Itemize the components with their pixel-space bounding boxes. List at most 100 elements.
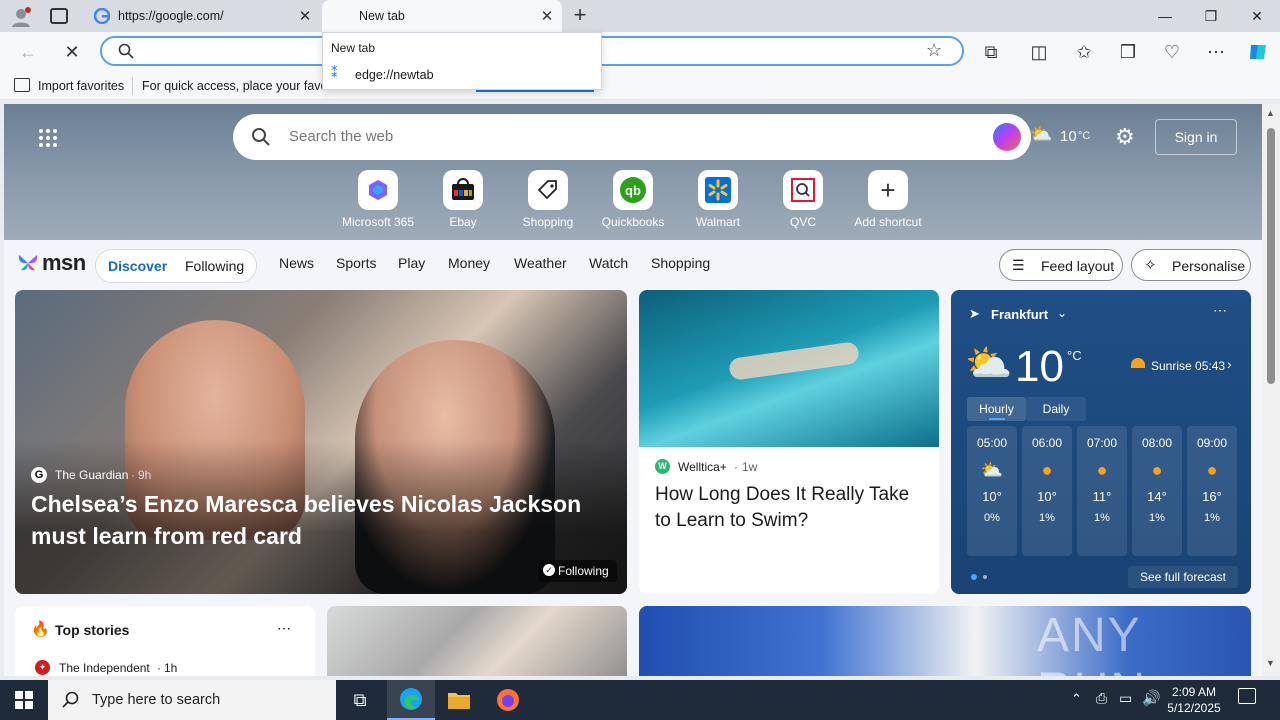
sign-in-button[interactable]: Sign in (1155, 119, 1237, 155)
header-temperature[interactable]: 10 (1060, 128, 1077, 145)
feed-layout-button[interactable]: ☰ Feed layout (999, 249, 1123, 281)
nav-news[interactable]: News (279, 255, 314, 271)
nav-weather[interactable]: Weather (514, 255, 567, 271)
story-headline[interactable]: Chelsea’s Enzo Maresca believes Nicolas … (31, 488, 591, 552)
restore-icon[interactable]: ❐ (1188, 0, 1234, 32)
shortcut-label: Microsoft 365 (341, 215, 415, 229)
independent-logo-icon: ✦ (35, 660, 50, 675)
network-icon[interactable]: ▭ (1119, 690, 1132, 707)
tab-new-tab[interactable]: New tab ✕ (322, 0, 562, 32)
network-device-icon[interactable]: ⎙ (1096, 690, 1107, 707)
shortcut-quickbooks[interactable]: qb Quickbooks (588, 170, 678, 229)
tab-title: New tab (359, 9, 405, 23)
dropdown-suggestion[interactable]: ⁑ edge://newtab (323, 63, 601, 89)
walmart-icon (698, 170, 738, 210)
search-icon (118, 43, 134, 59)
tab-actions-icon[interactable] (50, 8, 68, 24)
hour-time: 07:00 (1086, 436, 1118, 450)
story-age-dot: · (131, 468, 135, 482)
following-tab[interactable]: Following (185, 258, 244, 274)
stop-loading-icon[interactable]: ✕ (56, 36, 88, 68)
story-age: 1w (742, 460, 758, 474)
dropdown-header: New tab (331, 41, 376, 55)
nav-sports[interactable]: Sports (336, 255, 376, 271)
qvc-icon (783, 170, 823, 210)
shortcut-ebay[interactable]: Ebay (418, 170, 508, 229)
scroll-up-icon[interactable]: ▲ (1266, 108, 1275, 118)
google-favicon-icon (94, 8, 110, 24)
split-screen-icon[interactable]: ◫ (1023, 36, 1055, 68)
browser-essentials-icon[interactable]: ♡ (1156, 36, 1188, 68)
collections-icon[interactable]: ❒ (1112, 36, 1144, 68)
story-headline[interactable]: How Long Does It Really Take to Learn to… (655, 482, 915, 534)
apps-grid-icon[interactable] (38, 128, 58, 148)
firefox-icon[interactable] (484, 680, 532, 720)
discover-tab[interactable]: Discover (108, 258, 167, 274)
show-hidden-icons[interactable]: ⌃ (1071, 691, 1082, 707)
more-options-icon[interactable]: ⋯ (277, 620, 291, 637)
more-options-icon[interactable]: ⋯ (1213, 302, 1227, 319)
profile-icon[interactable] (10, 6, 32, 28)
new-tab-icon[interactable]: + (568, 4, 592, 28)
msn-logo[interactable]: msn (16, 250, 86, 276)
scroll-down-icon[interactable]: ▼ (1266, 658, 1275, 668)
nav-play[interactable]: Play (398, 255, 425, 271)
see-full-forecast-link[interactable]: See full forecast (1128, 566, 1238, 588)
hour-temp: 10° (982, 489, 1002, 504)
shortcut-add[interactable]: + Add shortcut (843, 170, 933, 229)
check-icon: ✓ (543, 564, 555, 576)
top-stories-card: 🔥 Top stories ⋯ ✦ The Independent · 1h (15, 606, 315, 676)
shortcut-microsoft-365[interactable]: Microsoft 365 (333, 170, 423, 229)
page-scrollbar[interactable]: ▲ ▼ (1262, 104, 1280, 676)
volume-icon[interactable]: 🔊 (1142, 689, 1161, 707)
notifications-icon[interactable] (1238, 688, 1256, 704)
story-thumbnail-card[interactable] (327, 606, 627, 676)
close-tab-icon[interactable]: ✕ (538, 7, 556, 25)
copilot-search-icon[interactable] (993, 123, 1021, 151)
import-favorites-link[interactable]: Import favorites (38, 79, 124, 93)
task-view-icon[interactable]: ⧉ (336, 680, 384, 720)
scrollbar-thumb[interactable] (1267, 128, 1275, 384)
close-tab-icon[interactable]: ✕ (296, 7, 314, 25)
story-image-card[interactable]: ANY RUN (639, 606, 1251, 676)
pager-dot-active[interactable] (971, 574, 977, 580)
shortcut-qvc[interactable]: QVC (758, 170, 848, 229)
back-icon[interactable]: ← (12, 36, 44, 68)
favorite-star-icon[interactable]: ☆ (926, 40, 942, 61)
main-story-card[interactable]: G The Guardian · 9h Chelsea’s Enzo Mares… (15, 290, 627, 594)
hour-precip: 1% (1204, 512, 1220, 524)
file-explorer-icon[interactable] (435, 680, 483, 720)
shortcut-shopping[interactable]: Shopping (503, 170, 593, 229)
tab-daily[interactable]: Daily (1026, 397, 1086, 421)
web-search-box[interactable]: Search the web (233, 114, 1031, 160)
more-menu-icon[interactable]: ⋯ (1200, 36, 1232, 68)
clock[interactable]: 2:09 AM 5/12/2025 (1164, 684, 1224, 716)
nav-shopping[interactable]: Shopping (651, 255, 710, 271)
tab-google[interactable]: https://google.com/ ✕ (86, 0, 320, 32)
hour-column: 05:00 ⛅ 10° 0% (967, 426, 1017, 556)
extensions-icon[interactable]: ⧉ (975, 36, 1007, 68)
sunrise-icon (1131, 358, 1145, 368)
hero-background: Search the web ⛅ 10 °C ⚙ Sign in Microso… (4, 104, 1262, 240)
pager-dot[interactable] (983, 575, 987, 579)
close-window-icon[interactable]: ✕ (1234, 0, 1280, 32)
shortcut-walmart[interactable]: Walmart (673, 170, 763, 229)
weather-location[interactable]: Frankfurt (991, 307, 1048, 322)
nav-money[interactable]: Money (448, 255, 490, 271)
sun-cloud-icon: ● (1041, 460, 1053, 480)
windows-start-icon[interactable] (0, 680, 48, 720)
chevron-down-icon[interactable]: ⌄ (1057, 306, 1067, 320)
taskbar-search-box[interactable]: Type here to search (48, 680, 336, 720)
current-temp: 10 (1015, 342, 1064, 391)
chevron-right-icon[interactable]: › (1227, 356, 1232, 372)
edge-taskbar-icon[interactable] (387, 680, 435, 720)
minimize-icon[interactable]: — (1142, 0, 1188, 32)
msn-nav-row: msn Discover Following News Sports Play … (4, 240, 1262, 290)
favorites-icon[interactable]: ✩ (1068, 36, 1100, 68)
side-story-card[interactable]: W Welltica+ · 1w How Long Does It Really… (639, 290, 939, 594)
following-badge[interactable]: ✓ Following (539, 560, 617, 582)
nav-watch[interactable]: Watch (589, 255, 628, 271)
personalise-button[interactable]: ✧ Personalise (1131, 249, 1251, 281)
copilot-icon[interactable] (1242, 36, 1274, 68)
settings-gear-icon[interactable]: ⚙ (1115, 124, 1135, 150)
